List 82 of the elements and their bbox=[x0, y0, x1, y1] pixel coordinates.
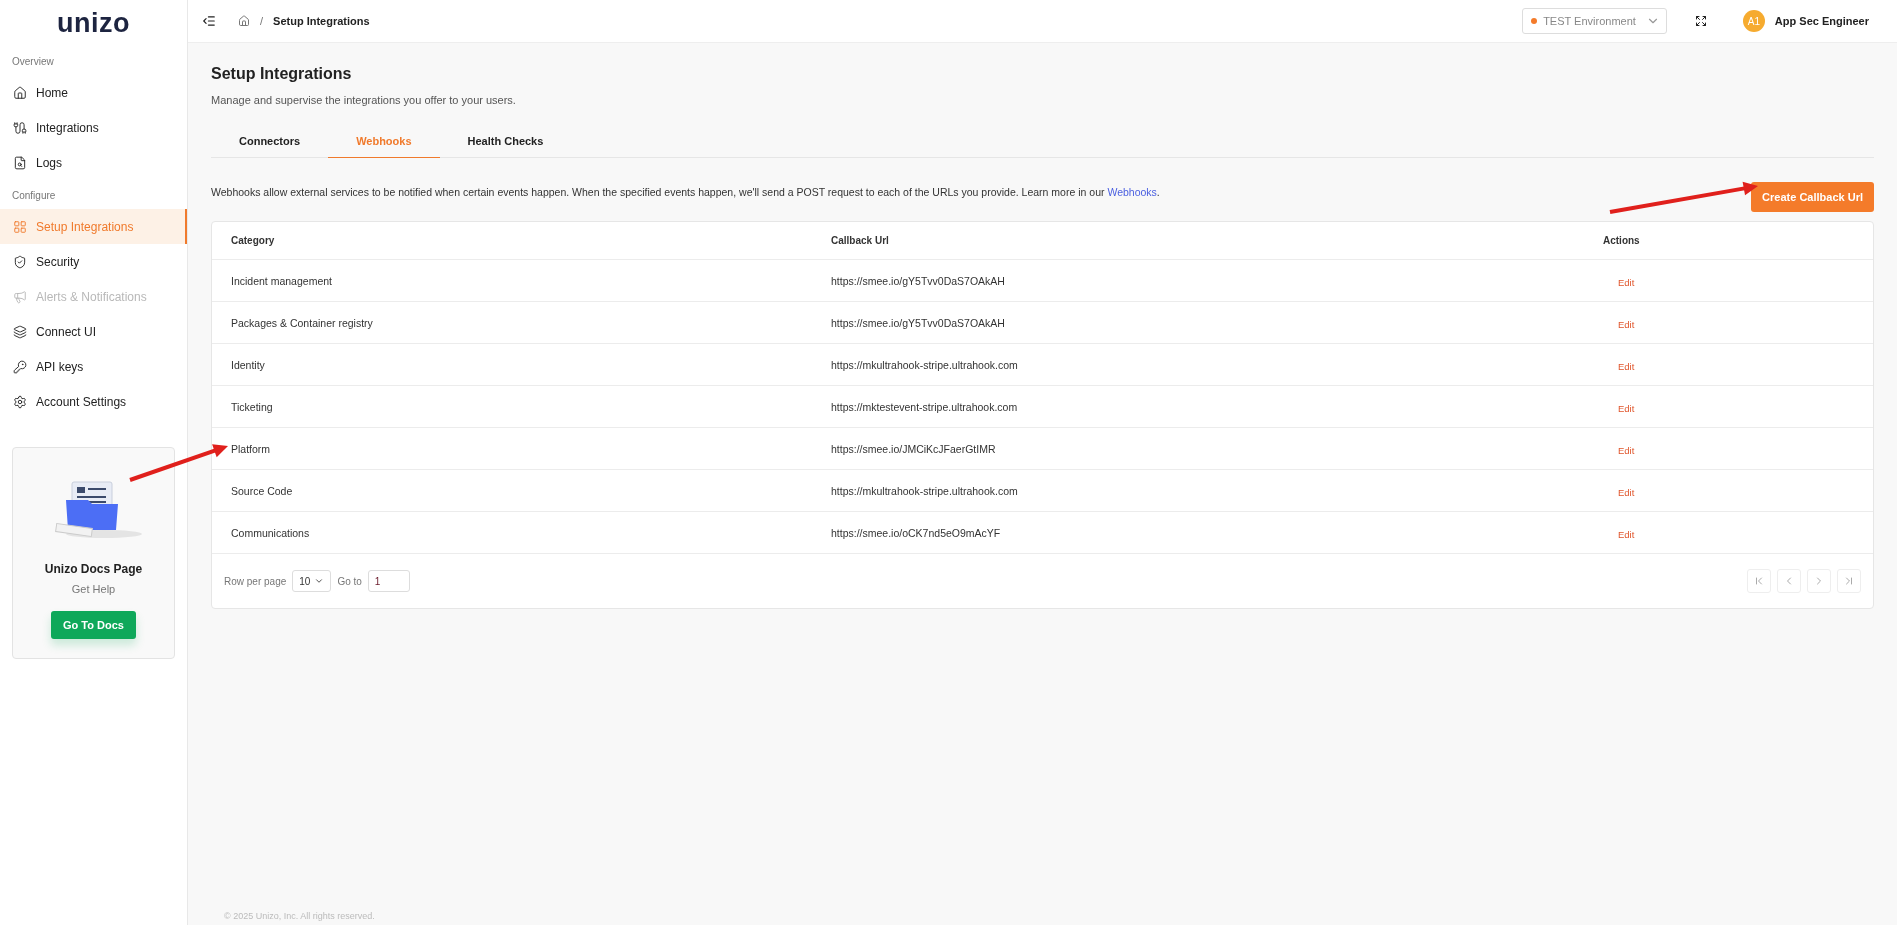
section-title: Configure bbox=[11, 189, 57, 203]
page-title: Setup Integrations bbox=[211, 65, 353, 83]
sidebar-item[interactable]: Logs bbox=[0, 145, 187, 180]
logo: unizo bbox=[56, 6, 131, 40]
sidebar-item[interactable]: Home bbox=[0, 75, 187, 110]
breadcrumb-item: Setup Integrations bbox=[273, 15, 370, 27]
edit-link[interactable]: Edit bbox=[1618, 276, 1635, 288]
table-cell-text: Packages & Container registry bbox=[231, 316, 374, 329]
table-cell-text: https://mktestevent-stripe.ultrahook.com bbox=[831, 400, 1019, 413]
sidebar-item[interactable]: Security bbox=[0, 244, 187, 279]
edit-link[interactable]: Edit bbox=[1618, 528, 1635, 540]
tab[interactable]: Connectors bbox=[211, 124, 329, 158]
sidebar-item-label: Account Settings bbox=[36, 394, 127, 409]
breadcrumb-item: / bbox=[260, 15, 264, 27]
rows-per-page-label: Row per page bbox=[224, 575, 287, 587]
sidebar-item-label: Integrations bbox=[36, 120, 99, 135]
layers-icon bbox=[13, 324, 27, 339]
page-subtitle: Manage and supervise the integrations you offer to your users. bbox=[211, 94, 517, 106]
last-page-icon bbox=[1843, 575, 1855, 587]
webhooks-link[interactable]: Webhooks bbox=[1107, 186, 1157, 198]
table-cell-text: https://mkultrahook-stripe.ultrahook.com bbox=[831, 484, 1019, 497]
user-name[interactable]: App Sec Engineer bbox=[1774, 15, 1869, 27]
description-text: Webhooks allow external services to be notified when certain events happen. When the specified events happen, we'll send a POST request to each of the URLs you provide. Learn more in our Webhooks. bbox=[211, 186, 1160, 198]
table-cell-text: https://mkultrahook-stripe.ultrahook.com bbox=[831, 358, 1019, 371]
fullscreen-icon[interactable] bbox=[1694, 15, 1707, 27]
edit-link[interactable]: Edit bbox=[1618, 444, 1635, 456]
create-callback-url-button[interactable]: Create Callback Url bbox=[1751, 182, 1874, 212]
sidebar-item-label: Logs bbox=[36, 155, 63, 170]
go-to-label: Go to bbox=[337, 575, 362, 587]
grid-icon bbox=[13, 219, 27, 234]
table-cell-text: Identity bbox=[231, 358, 266, 371]
caret-icon bbox=[314, 576, 325, 586]
environment-select[interactable]: TEST Environment bbox=[1522, 8, 1667, 34]
column-header: Actions bbox=[1603, 235, 1641, 246]
menu-toggle-icon[interactable] bbox=[202, 14, 216, 28]
column-header: Callback Url bbox=[831, 235, 890, 246]
document-search-icon bbox=[13, 155, 27, 170]
key-icon bbox=[13, 359, 27, 374]
sidebar-item-label: Setup Integrations bbox=[36, 219, 134, 234]
first-page-icon bbox=[1753, 575, 1765, 587]
home-icon bbox=[13, 85, 27, 100]
tab[interactable]: Health Checks bbox=[439, 124, 572, 158]
previous-page-button[interactable] bbox=[1777, 569, 1801, 593]
table-cell-text: Platform bbox=[231, 442, 272, 455]
plug-icon bbox=[13, 120, 27, 135]
table-cell-text: https://smee.io/oCK7nd5eO9mAcYF bbox=[831, 526, 1002, 539]
tab[interactable]: Webhooks bbox=[328, 124, 440, 158]
last-page-button[interactable] bbox=[1837, 569, 1861, 593]
sidebar-item[interactable]: Connect UI bbox=[0, 314, 187, 349]
sidebar-item-label: Security bbox=[36, 254, 80, 269]
go-to-docs-button[interactable]: Go To Docs bbox=[51, 611, 136, 639]
table-cell-text: Communications bbox=[231, 526, 311, 539]
rows-per-page-select[interactable]: 10 bbox=[292, 570, 332, 592]
column-header: Category bbox=[231, 235, 276, 246]
sidebar-item-label: Alerts & Notifications bbox=[36, 289, 147, 304]
section-title: Overview bbox=[11, 55, 55, 69]
table-cell-text: https://smee.io/gY5Tvv0DaS7OAkAH bbox=[831, 274, 1006, 287]
first-page-button[interactable] bbox=[1747, 569, 1771, 593]
edit-link[interactable]: Edit bbox=[1618, 360, 1635, 372]
sidebar-item-label: Connect UI bbox=[36, 324, 97, 339]
card-subtitle: Get Help bbox=[71, 583, 116, 595]
sidebar-item-label: Home bbox=[36, 85, 68, 100]
sidebar-item[interactable]: Setup Integrations bbox=[0, 209, 187, 244]
card-title: Unizo Docs Page bbox=[44, 562, 143, 576]
sidebar-item[interactable]: API keys bbox=[0, 349, 187, 384]
home-icon[interactable] bbox=[238, 15, 250, 27]
next-page-button[interactable] bbox=[1807, 569, 1831, 593]
edit-link[interactable]: Edit bbox=[1618, 402, 1635, 414]
settings-icon bbox=[13, 394, 27, 409]
edit-link[interactable]: Edit bbox=[1618, 486, 1635, 498]
table-cell-text: https://smee.io/JMCiKcJFaerGtIMR bbox=[831, 442, 997, 455]
shield-check-icon bbox=[13, 254, 27, 269]
sidebar-item[interactable]: Integrations bbox=[0, 110, 187, 145]
sidebar-item[interactable]: Account Settings bbox=[0, 384, 187, 419]
table-cell-text: Source Code bbox=[231, 484, 294, 497]
table-cell-text: Ticketing bbox=[231, 400, 274, 413]
page-input[interactable]: 1 bbox=[367, 570, 410, 592]
sidebar-item-label: API keys bbox=[36, 359, 84, 374]
megaphone-icon bbox=[13, 289, 27, 304]
table-cell-text: Incident management bbox=[231, 274, 333, 287]
edit-link[interactable]: Edit bbox=[1618, 318, 1635, 330]
table-cell-text: https://smee.io/gY5Tvv0DaS7OAkAH bbox=[831, 316, 1006, 329]
